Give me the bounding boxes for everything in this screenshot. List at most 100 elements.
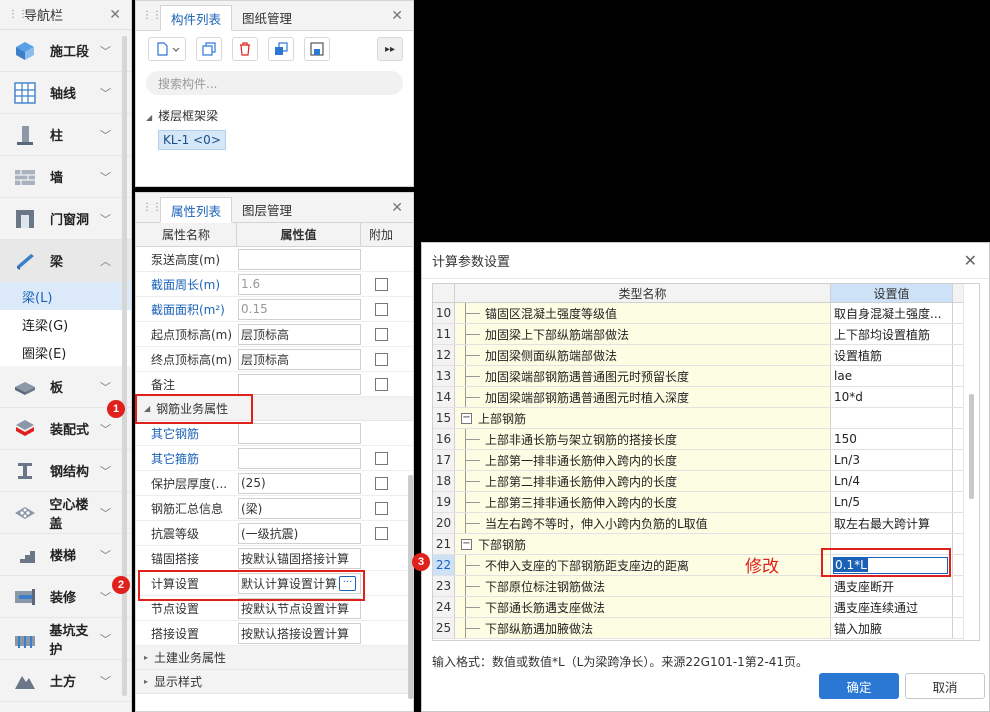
additional-checkbox[interactable] <box>374 277 388 291</box>
nav-sub-item[interactable]: 连梁(G) <box>0 310 131 338</box>
property-value-field[interactable] <box>238 422 361 444</box>
copy-to-floor-button[interactable] <box>268 37 294 61</box>
tab-component-list[interactable]: 构件列表 <box>160 5 233 31</box>
new-component-button[interactable] <box>148 37 186 61</box>
grip-icon[interactable]: ⋮⋮ <box>142 9 162 23</box>
additional-checkbox[interactable] <box>374 501 388 515</box>
nav-scrollbar[interactable] <box>122 36 127 696</box>
close-icon[interactable]: ✕ <box>109 7 121 23</box>
group-civil-properties[interactable]: ▸ 土建业务属性 <box>136 646 413 670</box>
property-value-field[interactable]: (一级抗震) <box>238 522 361 544</box>
set-value-cell[interactable]: Ln/4 <box>831 471 953 491</box>
grid-scrollbar-thumb[interactable] <box>969 394 974 499</box>
property-value-field[interactable]: 按默认锚固搭接计算 <box>238 547 361 569</box>
triangle-right-icon[interactable]: ▸ <box>144 653 148 662</box>
grid-row[interactable]: 20 当左右跨不等时，伸入小跨内负筋的L取值 取左右最大跨计算 <box>433 513 979 534</box>
grid-group-row[interactable]: 15− 上部钢筋 <box>433 408 979 429</box>
property-value-field[interactable]: 1.6 <box>238 273 361 295</box>
additional-checkbox[interactable] <box>374 476 388 490</box>
triangle-down-icon[interactable]: ◢ <box>146 113 152 122</box>
nav-item-column[interactable]: 柱 ﹀ <box>0 114 131 156</box>
chevron-down-icon[interactable]: ﹀ <box>100 505 111 521</box>
tree-node-frame-beam[interactable]: ◢ 楼层框架梁 <box>136 107 413 124</box>
grid-row[interactable]: 23 下部原位标注钢筋做法 遇支座断开 <box>433 576 979 597</box>
delete-button[interactable] <box>232 37 258 61</box>
tab-property-list[interactable]: 属性列表 <box>160 197 233 223</box>
set-value-cell[interactable]: 10*d <box>831 387 953 407</box>
grid-row[interactable]: 19 上部第三排非通长筋伸入跨内的长度 Ln/5 <box>433 492 979 513</box>
property-value-field[interactable]: 按默认搭接设置计算 <box>238 622 361 644</box>
additional-checkbox[interactable] <box>374 451 388 465</box>
nav-item-steel-structure[interactable]: 钢结构 ﹀ <box>0 450 131 492</box>
triangle-right-icon[interactable]: ▸ <box>144 677 148 686</box>
grid-row[interactable]: 25 下部纵筋遇加腋做法 锚入加腋 <box>433 618 979 639</box>
grid-row[interactable]: 24 下部通长筋遇支座做法 遇支座连续通过 <box>433 597 979 618</box>
chevron-down-icon[interactable]: ﹀ <box>100 421 111 437</box>
nav-item-door-window-opening[interactable]: 门窗洞 ﹀ <box>0 198 131 240</box>
set-value-cell[interactable]: 遇支座断开 <box>831 576 953 596</box>
nav-sub-item[interactable]: 圈梁(E) <box>0 338 131 366</box>
grid-row[interactable]: 17 上部第一排非通长筋伸入跨内的长度 Ln/3 <box>433 450 979 471</box>
additional-checkbox[interactable] <box>374 302 388 316</box>
set-value-cell[interactable]: Ln/3 <box>831 450 953 470</box>
ok-button[interactable]: 确定 <box>819 673 899 699</box>
nav-item-hollow-floor[interactable]: 空心楼盖 ﹀ <box>0 492 131 534</box>
chevron-up-icon[interactable]: ︿ <box>100 253 111 269</box>
set-value-cell[interactable]: lae <box>831 366 953 386</box>
grid-row[interactable]: 16 上部非通长筋与架立钢筋的搭接长度 150 <box>433 429 979 450</box>
grid-row[interactable]: 14 加固梁端部钢筋遇普通图元时植入深度 10*d <box>433 387 979 408</box>
property-value-field[interactable] <box>238 447 361 469</box>
property-scrollbar[interactable] <box>408 475 413 699</box>
grid-row[interactable]: 12 加固梁侧面纵筋端部做法 设置植筋 <box>433 345 979 366</box>
set-value-cell[interactable]: 锚入加腋 <box>831 618 953 638</box>
property-value-field[interactable] <box>238 248 361 270</box>
property-value-field[interactable] <box>238 373 361 395</box>
property-value-field[interactable]: 0.15 <box>238 298 361 320</box>
nav-item-beam[interactable]: 梁 ︿ <box>0 240 131 282</box>
chevron-down-icon[interactable]: ﹀ <box>100 589 111 605</box>
set-value-cell[interactable]: 取左右最大跨计算 <box>831 513 953 533</box>
grip-icon[interactable]: ⋮⋮ <box>142 201 162 215</box>
nav-item-earthwork[interactable]: 土方 ﹀ <box>0 660 131 702</box>
nav-item-wall[interactable]: 墙 ﹀ <box>0 156 131 198</box>
chevron-down-icon[interactable]: ﹀ <box>100 673 111 689</box>
chevron-down-icon[interactable]: ﹀ <box>100 43 111 59</box>
tab-drawing-management[interactable]: 图纸管理 <box>232 4 302 30</box>
more-button[interactable]: ▸▸ <box>377 37 403 61</box>
collapse-icon[interactable]: − <box>461 412 472 424</box>
chevron-down-icon[interactable]: ﹀ <box>100 463 111 479</box>
nav-item-stairs[interactable]: 楼梯 ﹀ <box>0 534 131 576</box>
chevron-down-icon[interactable]: ﹀ <box>100 169 111 185</box>
chevron-down-icon[interactable]: ﹀ <box>100 127 111 143</box>
property-value-field[interactable]: (25) <box>238 472 361 494</box>
set-value-cell[interactable]: 设置植筋 <box>831 345 953 365</box>
chevron-down-icon[interactable]: ﹀ <box>100 379 111 395</box>
set-value-cell[interactable] <box>831 408 953 428</box>
copy-button[interactable] <box>196 37 222 61</box>
collapse-icon[interactable]: − <box>461 538 472 550</box>
tree-leaf-kl1[interactable]: KL-1 <0> <box>158 130 226 150</box>
grid-row[interactable]: 18 上部第二排非通长筋伸入跨内的长度 Ln/4 <box>433 471 979 492</box>
save-template-button[interactable] <box>304 37 330 61</box>
additional-checkbox[interactable] <box>374 377 388 391</box>
additional-checkbox[interactable] <box>374 327 388 341</box>
nav-sub-item[interactable]: 梁(L) <box>0 282 131 310</box>
chevron-down-icon[interactable]: ﹀ <box>100 631 111 647</box>
nav-item-construction-section[interactable]: 施工段 ﹀ <box>0 30 131 72</box>
property-value-field[interactable]: (梁) <box>238 497 361 519</box>
set-value-cell[interactable]: 取自身混凝土强度... <box>831 303 953 323</box>
close-icon[interactable]: ✕ <box>391 8 403 24</box>
grip-icon[interactable]: ⋮⋮ <box>8 8 28 22</box>
close-icon[interactable]: ✕ <box>964 251 977 270</box>
property-value-field[interactable]: 层顶标高 <box>238 323 361 345</box>
close-icon[interactable]: ✕ <box>391 200 403 216</box>
set-value-cell[interactable]: 上下部均设置植筋 <box>831 324 953 344</box>
set-value-cell[interactable]: 150 <box>831 429 953 449</box>
chevron-down-icon[interactable]: ﹀ <box>100 211 111 227</box>
tab-layer-management[interactable]: 图层管理 <box>232 196 302 222</box>
grid-row[interactable]: 11 加固梁上下部纵筋端部做法 上下部均设置植筋 <box>433 324 979 345</box>
grid-row[interactable]: 10 锚固区混凝土强度等级值 取自身混凝土强度... <box>433 303 979 324</box>
nav-item-axis[interactable]: 轴线 ﹀ <box>0 72 131 114</box>
group-display-style[interactable]: ▸ 显示样式 <box>136 670 413 694</box>
additional-checkbox[interactable] <box>374 526 388 540</box>
